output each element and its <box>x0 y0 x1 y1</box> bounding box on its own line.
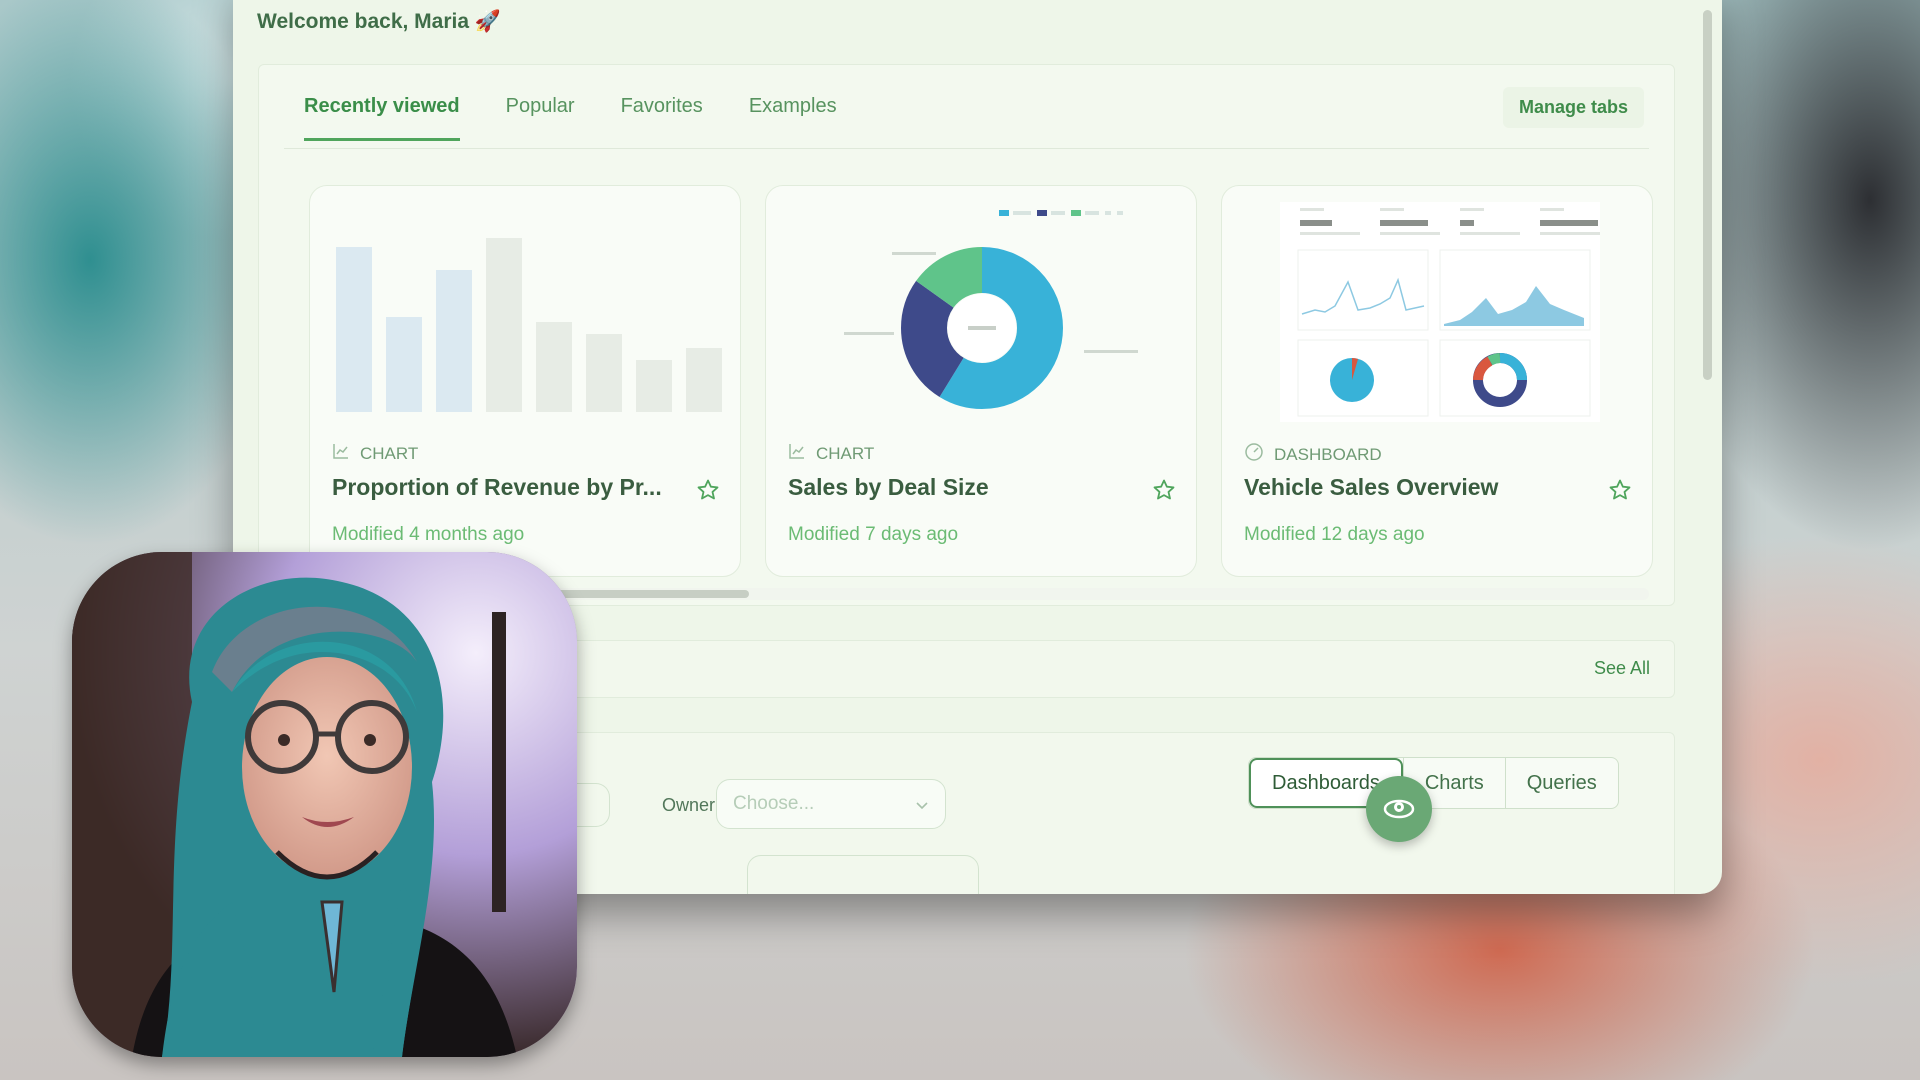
tab-popular[interactable]: Popular <box>506 95 575 141</box>
favorite-star-icon[interactable] <box>1608 478 1632 507</box>
tab-bar: Recently viewed Popular Favorites Exampl… <box>304 95 837 141</box>
segment-queries[interactable]: Queries <box>1504 758 1618 808</box>
asset-type-toggle: Dashboards Charts Queries <box>1248 757 1619 809</box>
filter-field[interactable] <box>747 855 979 894</box>
tabs-divider <box>284 148 1649 149</box>
card-vehicle-sales-dashboard[interactable]: DASHBOARD Vehicle Sales Overview Modifie… <box>1221 185 1653 577</box>
card-type-label: CHART <box>332 442 418 465</box>
owner-select[interactable]: Choose... <box>716 779 946 829</box>
webcam-overlay <box>72 552 577 1057</box>
assistant-fab-button[interactable] <box>1366 776 1432 842</box>
favorite-star-icon[interactable] <box>696 478 720 507</box>
presenter-video <box>72 552 577 1057</box>
dashboard-thumbnail <box>1280 202 1600 422</box>
dashboard-icon <box>1244 442 1264 467</box>
see-all-link[interactable]: See All <box>1594 658 1650 679</box>
line-chart-icon <box>788 442 806 465</box>
manage-tabs-button[interactable]: Manage tabs <box>1502 87 1644 128</box>
owner-label: Owner <box>662 795 716 815</box>
card-sales-by-deal-size[interactable]: CHART Sales by Deal Size Modified 7 days… <box>765 185 1197 577</box>
tab-favorites[interactable]: Favorites <box>621 95 703 141</box>
chevron-down-icon <box>913 796 931 820</box>
card-type-label: CHART <box>788 442 874 465</box>
donut-chart-thumbnail <box>844 210 1138 409</box>
welcome-heading: Welcome back, Maria 🚀 <box>257 10 502 33</box>
vertical-scrollbar[interactable] <box>1703 10 1712 380</box>
line-chart-icon <box>332 442 350 465</box>
tab-examples[interactable]: Examples <box>749 95 837 141</box>
card-title[interactable]: Sales by Deal Size <box>788 474 1128 501</box>
bar-chart-thumbnail <box>336 238 722 412</box>
card-title[interactable]: Vehicle Sales Overview <box>1244 474 1584 501</box>
favorite-star-icon[interactable] <box>1152 478 1176 507</box>
card-modified: Modified 4 months ago <box>332 524 525 545</box>
home-tabs-panel: Recently viewed Popular Favorites Exampl… <box>258 64 1675 606</box>
card-modified: Modified 12 days ago <box>1244 524 1425 545</box>
assistant-icon <box>1377 785 1421 834</box>
recent-cards: CHART Proportion of Revenue by Pr... Mod… <box>309 185 1653 577</box>
tab-recently-viewed[interactable]: Recently viewed <box>304 95 460 141</box>
card-title[interactable]: Proportion of Revenue by Pr... <box>332 474 672 501</box>
owner-select-placeholder: Choose... <box>733 793 815 814</box>
card-modified: Modified 7 days ago <box>788 524 959 545</box>
card-type-label: DASHBOARD <box>1244 442 1382 467</box>
card-revenue-chart[interactable]: CHART Proportion of Revenue by Pr... Mod… <box>309 185 741 577</box>
